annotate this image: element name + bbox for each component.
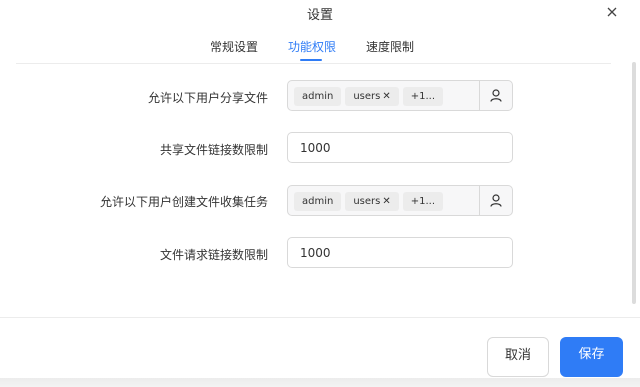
tab-speed-limit[interactable]: 速度限制: [366, 38, 414, 55]
tab-general[interactable]: 常规设置: [210, 38, 258, 55]
more-users-chip[interactable]: +1...: [402, 192, 444, 211]
remove-chip-icon[interactable]: ✕: [382, 196, 390, 207]
request-link-limit-label: 文件请求链接数限制: [159, 248, 268, 262]
tabs-divider: [16, 63, 611, 64]
remove-chip-icon[interactable]: ✕: [382, 91, 390, 102]
more-users-chip[interactable]: +1...: [402, 87, 444, 106]
close-icon: [607, 7, 617, 17]
footer-divider: [0, 317, 640, 318]
window-bottom-edge: [0, 378, 640, 387]
collect-users-label: 允许以下用户创建文件收集任务: [99, 195, 268, 209]
share-link-limit-input[interactable]: 1000: [287, 132, 513, 163]
dialog-title: 设置: [306, 8, 333, 23]
share-users-chips: admin users ✕ +1...: [294, 87, 444, 106]
share-link-limit-label: 共享文件链接数限制: [159, 143, 268, 157]
collect-users-select[interactable]: admin users ✕ +1...: [287, 185, 513, 216]
share-users-label: 允许以下用户分享文件: [147, 91, 268, 105]
request-link-limit-input[interactable]: 1000: [287, 237, 513, 268]
tab-bar: 常规设置 功能权限 速度限制: [0, 38, 640, 61]
share-users-select[interactable]: admin users ✕ +1...: [287, 80, 513, 111]
close-button[interactable]: [602, 2, 622, 22]
user-chip: admin: [294, 87, 342, 106]
select-users-button[interactable]: [479, 186, 512, 215]
user-icon: [490, 89, 502, 102]
dialog-titlebar: 设置: [0, 0, 640, 26]
user-icon: [490, 194, 502, 207]
user-chip: admin: [294, 192, 342, 211]
save-button[interactable]: 保存: [560, 337, 623, 377]
scrollbar[interactable]: [632, 62, 636, 304]
collect-users-chips: admin users ✕ +1...: [294, 192, 444, 211]
active-tab-indicator: [300, 59, 322, 61]
user-chip: users ✕: [345, 192, 399, 211]
user-chip: users ✕: [345, 87, 399, 106]
cancel-button[interactable]: 取消: [487, 337, 549, 377]
select-users-button[interactable]: [479, 81, 512, 110]
tab-permissions[interactable]: 功能权限: [288, 38, 336, 55]
